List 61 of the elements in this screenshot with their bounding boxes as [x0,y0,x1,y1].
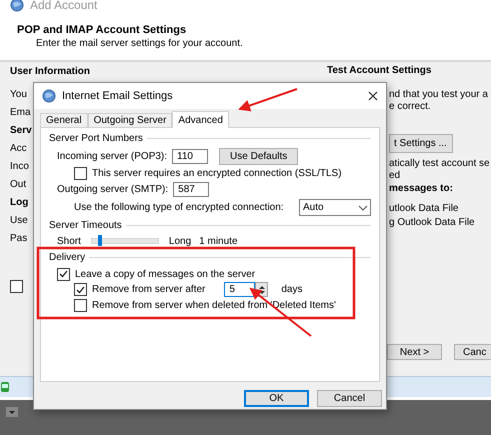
unit-label: days [281,284,302,295]
field-label: Inco [10,160,29,174]
encryption-dropdown[interactable]: Auto [299,199,371,216]
section-heading: User Information [10,65,90,78]
incoming-port-field[interactable]: 110 [172,148,208,164]
globe-icon [42,89,56,103]
outgoing-port-field[interactable]: 587 [173,182,210,197]
field-label: Outgoing server (SMTP): [57,184,168,195]
body-text: e correct. [389,101,431,113]
globe-icon [10,0,24,12]
checkbox[interactable] [74,283,87,296]
group-heading: Server Timeouts [49,220,122,230]
tab[interactable]: Advanced [172,111,229,128]
checkbox-label: Leave a copy of messages on the server [75,268,256,280]
section-heading: Test Account Settings [327,65,432,77]
tab[interactable]: Outgoing Server [88,113,172,127]
close-icon[interactable] [368,91,378,101]
field-label: Use [10,214,28,228]
slider-label: Short [57,236,81,246]
group-heading: Delivery [49,252,86,263]
body-text: nd that you test your a [389,89,488,101]
field-label: You [10,88,27,102]
field-label: Acc [10,142,27,156]
body-text: atically test account se [389,158,490,170]
field-label: Out [10,178,26,192]
slider-label: Long [168,236,192,246]
test-settings-button[interactable]: t Settings ... [389,134,453,153]
checkbox[interactable] [74,299,87,312]
timeout-slider[interactable] [90,238,159,244]
checkbox[interactable] [10,280,23,293]
body-text: utlook Data File [389,203,458,215]
section-heading: Serv [10,124,32,138]
slider-thumb[interactable] [98,235,102,246]
field-label: Pas [10,232,28,246]
page-subtitle: Enter the mail server settings for your account. [36,38,243,49]
checkbox[interactable] [57,268,70,280]
cancel-button[interactable]: Cancel [317,390,382,407]
next-button[interactable]: Next > [387,344,442,360]
dropdown-icon[interactable] [6,407,18,417]
checkbox-label: This server requires an encrypted connection (SSL/TLS) [92,168,342,179]
field-label: Incoming server (POP3): [57,150,168,162]
field-label: Ema [10,106,31,120]
group-heading: Server Port Numbers [49,132,143,144]
days-field[interactable]: 5 [224,282,256,297]
body-text: g Outlook Data File [389,217,475,229]
field-label: Use the following type of encrypted connection: [74,202,284,213]
use-defaults-button[interactable]: Use Defaults [219,148,298,164]
checkbox-label: Remove from server after [92,284,206,295]
cancel-button[interactable]: Canc [454,344,491,360]
page-heading: POP and IMAP Account Settings [17,24,186,36]
checkbox[interactable] [74,167,87,180]
section-heading: messages to: [389,183,453,195]
pointer-arrow [238,88,298,112]
tab[interactable]: General [40,113,88,127]
device-icon [1,381,9,393]
window-title: Add Account [30,0,98,12]
body-text: ed [389,170,400,182]
dialog-title: Internet Email Settings [62,90,173,102]
ok-button[interactable]: OK [244,390,309,407]
timeout-reading: 1 minute [199,236,238,246]
section-heading: Log [10,196,28,210]
